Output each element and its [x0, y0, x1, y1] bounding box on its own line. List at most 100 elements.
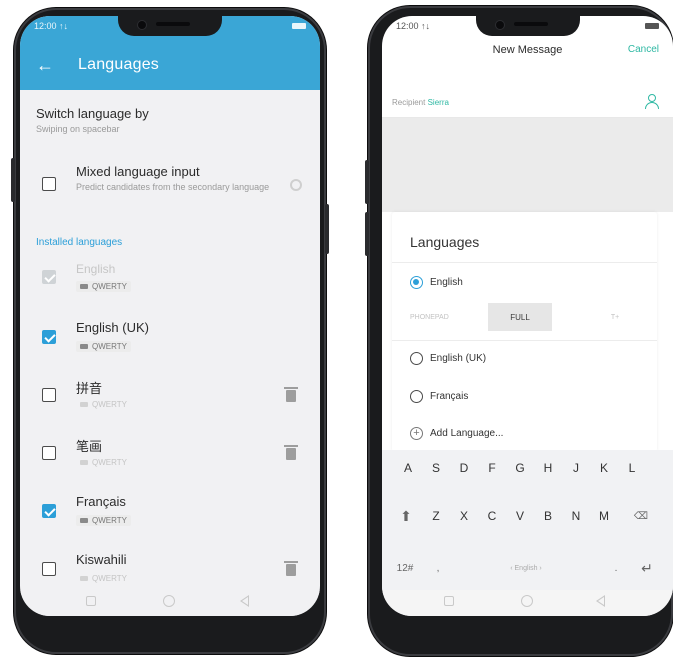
- key-z[interactable]: Z: [424, 498, 448, 534]
- key-k[interactable]: K: [592, 450, 616, 486]
- stage: 12:00 ↑↓ ← Languages Switch language by …: [0, 0, 673, 662]
- mixed-language-title: Mixed language input: [76, 164, 200, 179]
- period-key[interactable]: .: [604, 550, 628, 586]
- language-checkbox[interactable]: [42, 388, 56, 402]
- layout-name: QWERTY: [92, 458, 127, 467]
- layout-name: QWERTY: [92, 574, 127, 583]
- keyboard-icon: [80, 402, 88, 407]
- power-button: [325, 204, 329, 254]
- keyboard-icon: [80, 460, 88, 465]
- key-b[interactable]: B: [536, 498, 560, 534]
- key-x[interactable]: X: [452, 498, 476, 534]
- enter-key-icon[interactable]: ↵: [632, 550, 662, 586]
- language-option-english[interactable]: English: [430, 277, 463, 288]
- keyboard-icon: [80, 518, 88, 523]
- keyboard-icon: [80, 284, 88, 289]
- layout-name: QWERTY: [92, 282, 127, 291]
- switch-language-title: Switch language by: [36, 106, 149, 121]
- language-checkbox[interactable]: [42, 562, 56, 576]
- notch: [475, 16, 580, 36]
- left-screen: 12:00 ↑↓ ← Languages Switch language by …: [20, 16, 320, 616]
- cancel-button[interactable]: Cancel: [628, 44, 659, 55]
- sheet-title: Languages: [410, 234, 480, 250]
- key-m[interactable]: M: [592, 498, 616, 534]
- language-option-francais[interactable]: Français: [430, 391, 468, 402]
- radio-selected[interactable]: [410, 276, 423, 289]
- mixed-language-row[interactable]: Mixed language input Predict candidates …: [20, 162, 320, 212]
- recents-icon[interactable]: [86, 596, 96, 606]
- language-option-english-uk[interactable]: English (UK): [430, 353, 486, 364]
- language-checkbox[interactable]: [42, 330, 56, 344]
- layout-tag: QWERTY: [76, 457, 131, 468]
- back-arrow-icon[interactable]: ←: [36, 56, 54, 74]
- keyboard: A S D F G H J K L ⬆ Z X C V B N M ⌫ 12# …: [382, 450, 673, 590]
- notch: [118, 16, 222, 36]
- key-n[interactable]: N: [564, 498, 588, 534]
- home-icon[interactable]: [521, 595, 533, 607]
- language-name: Français: [76, 494, 126, 509]
- layout-name: QWERTY: [92, 342, 127, 351]
- mixed-language-subtitle: Predict candidates from the secondary la…: [76, 182, 270, 192]
- switch-language-subtitle: Swiping on spacebar: [36, 124, 120, 134]
- mode-phonepad[interactable]: PHONEPAD: [410, 303, 458, 331]
- numbers-key[interactable]: 12#: [388, 550, 422, 586]
- space-bar[interactable]: ‹ English ›: [456, 552, 596, 584]
- language-row-english-uk[interactable]: English (UK) QWERTY: [20, 318, 320, 358]
- radio-unselected[interactable]: [410, 390, 423, 403]
- recents-icon[interactable]: [444, 596, 454, 606]
- recipient-label: Recipient Sierra: [392, 98, 449, 107]
- backspace-icon[interactable]: ⌫: [626, 498, 656, 534]
- volume-button: [365, 212, 369, 256]
- add-circle-icon[interactable]: +: [410, 427, 423, 440]
- key-v[interactable]: V: [508, 498, 532, 534]
- key-j[interactable]: J: [564, 450, 588, 486]
- key-a[interactable]: A: [396, 450, 420, 486]
- mode-t9[interactable]: T+: [600, 303, 630, 331]
- comma-key[interactable]: ,: [426, 550, 450, 586]
- language-sheet: Languages English PHONEPAD FULL T+ Engli…: [392, 212, 657, 452]
- recipient-field[interactable]: Recipient Sierra: [382, 90, 673, 118]
- recipient-label-text: Recipient: [392, 98, 426, 107]
- keyboard-icon: [80, 344, 88, 349]
- language-checkbox[interactable]: [42, 446, 56, 460]
- back-triangle-icon[interactable]: [596, 595, 605, 607]
- right-screen: 12:00 ↑↓ New Message Cancel Recipient Si…: [382, 16, 673, 616]
- battery-icon: [645, 23, 659, 29]
- language-row-francais[interactable]: Français QWERTY: [20, 492, 320, 532]
- key-d[interactable]: D: [452, 450, 476, 486]
- layout-tag: QWERTY: [76, 341, 131, 352]
- add-contact-icon[interactable]: [645, 94, 659, 110]
- key-h[interactable]: H: [536, 450, 560, 486]
- key-g[interactable]: G: [508, 450, 532, 486]
- page-title: Languages: [78, 56, 159, 73]
- gear-icon[interactable]: [290, 179, 302, 191]
- divider: [392, 262, 657, 263]
- mixed-language-checkbox[interactable]: [42, 177, 56, 191]
- language-row-english: English QWERTY: [20, 260, 320, 300]
- language-row-pinyin[interactable]: 拼音 QWERTY: [20, 376, 320, 416]
- shift-key-icon[interactable]: ⬆: [394, 498, 418, 534]
- trash-icon[interactable]: [284, 445, 298, 460]
- language-row-kiswahili[interactable]: Kiswahili QWERTY: [20, 550, 320, 590]
- mode-full[interactable]: FULL: [488, 303, 552, 331]
- status-time: 12:00 ↑↓: [34, 21, 69, 31]
- trash-icon[interactable]: [284, 387, 298, 402]
- key-f[interactable]: F: [480, 450, 504, 486]
- message-header: New Message Cancel: [382, 36, 673, 70]
- language-checkbox[interactable]: [42, 504, 56, 518]
- home-icon[interactable]: [163, 595, 175, 607]
- add-language-button[interactable]: Add Language...: [430, 428, 503, 439]
- language-row-stroke[interactable]: 笔画 QWERTY: [20, 434, 320, 474]
- back-triangle-icon[interactable]: [240, 595, 249, 607]
- key-s[interactable]: S: [424, 450, 448, 486]
- recipient-name: Sierra: [427, 98, 449, 107]
- trash-icon[interactable]: [284, 561, 298, 576]
- key-c[interactable]: C: [480, 498, 504, 534]
- key-l[interactable]: L: [620, 450, 644, 486]
- layout-name: QWERTY: [92, 516, 127, 525]
- language-name: English: [76, 262, 116, 276]
- radio-unselected[interactable]: [410, 352, 423, 365]
- layout-tag: QWERTY: [76, 281, 131, 292]
- nav-bar: [20, 590, 320, 616]
- keyboard-icon: [80, 576, 88, 581]
